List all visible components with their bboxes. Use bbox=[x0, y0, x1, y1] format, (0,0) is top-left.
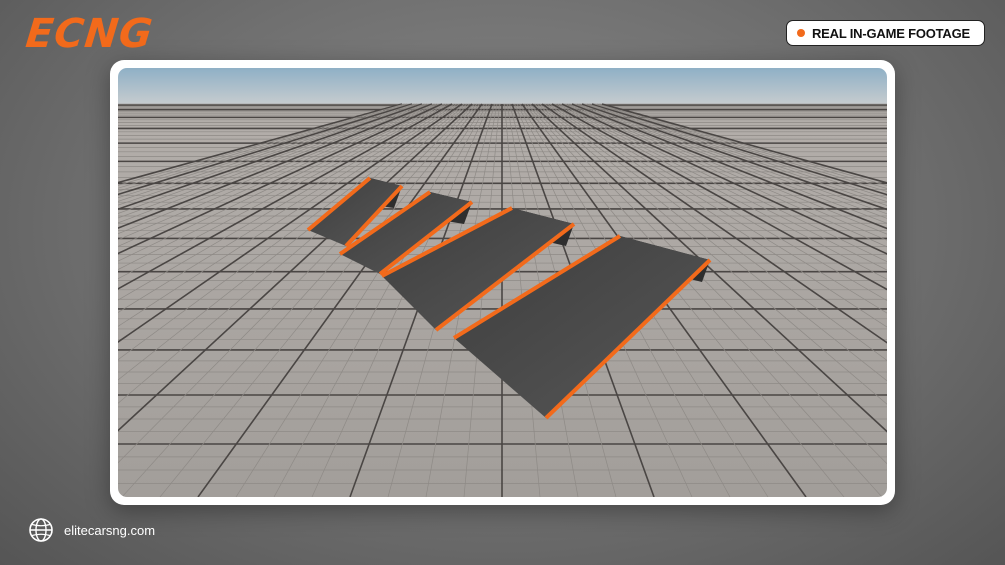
badge-dot-icon bbox=[796, 29, 805, 37]
website-link[interactable]: elitecarsng.com bbox=[64, 523, 155, 538]
game-scene bbox=[118, 68, 887, 497]
brand-logo: ECNG bbox=[23, 11, 156, 57]
website-footer: elitecarsng.com bbox=[28, 517, 155, 543]
gameplay-frame bbox=[110, 60, 895, 505]
footage-badge: REAL IN-GAME FOOTAGE bbox=[785, 20, 985, 46]
game-viewport bbox=[118, 68, 887, 497]
badge-label: REAL IN-GAME FOOTAGE bbox=[811, 25, 970, 41]
sky bbox=[118, 68, 887, 106]
globe-icon bbox=[29, 518, 53, 542]
